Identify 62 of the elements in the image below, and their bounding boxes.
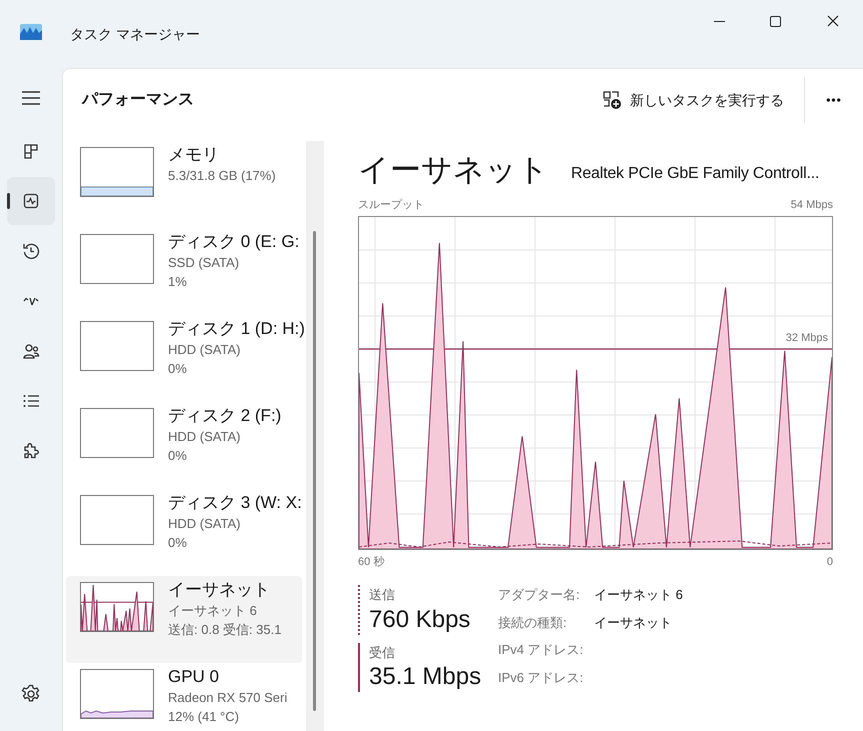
- device-detail: 1%: [168, 273, 188, 291]
- run-task-button[interactable]: 新しいタスクを実行する: [594, 82, 792, 118]
- device-title: イーサネット: [358, 151, 549, 189]
- adapter-name: Realtek PCIe GbE Family Controll...: [571, 164, 820, 184]
- send-value: 760 Kbps: [369, 604, 472, 634]
- device-detail: 0%: [168, 534, 188, 552]
- history-icon: [22, 242, 40, 260]
- device-detail: Radeon RX 570 Seri: [168, 689, 288, 707]
- time-end-label: 0: [826, 554, 833, 570]
- property-label: IPv4 アドレス:: [498, 641, 584, 659]
- device-detail: 0%: [168, 447, 188, 465]
- device-detail: 5.3/31.8 GB (17%): [168, 167, 276, 185]
- device-item[interactable]: イーサネット イーサネット 6 送信: 0.8 受信: 35.1: [66, 576, 302, 663]
- device-item[interactable]: ディスク 3 (W: X: HDD (SATA) 0%: [66, 489, 302, 576]
- device-name: ディスク 0 (E: G:: [168, 231, 300, 253]
- device-name: イーサネット: [168, 579, 271, 601]
- users-icon: [22, 342, 40, 360]
- device-detail: 0%: [168, 360, 188, 378]
- property-label: IPv6 アドレス:: [498, 668, 584, 686]
- device-detail: 12% (41 °C): [168, 708, 240, 726]
- graph-max-label: 54 Mbps: [790, 198, 833, 213]
- device-name: ディスク 1 (D: H:): [168, 318, 302, 340]
- list-icon: [22, 392, 40, 410]
- device-item[interactable]: メモリ 5.3/31.8 GB (17%): [66, 141, 302, 228]
- receive-value: 35.1 Mbps: [369, 662, 482, 692]
- puzzle-icon: [22, 442, 40, 460]
- property-value: イーサネット: [594, 614, 673, 632]
- device-name: ディスク 3 (W: X:: [168, 492, 302, 514]
- device-detail: HDD (SATA): [168, 428, 242, 446]
- more-button[interactable]: •••: [805, 82, 863, 118]
- device-item[interactable]: ディスク 2 (F:) HDD (SATA) 0%: [66, 402, 302, 489]
- minimize-icon: [714, 20, 724, 22]
- device-detail: イーサネット 6: [168, 602, 258, 620]
- device-name: ディスク 2 (F:): [168, 405, 282, 427]
- page-title: パフォーマンス: [82, 90, 194, 110]
- device-detail: HDD (SATA): [168, 341, 242, 359]
- scrollbar-thumb[interactable]: [313, 231, 316, 711]
- device-detail: SSD (SATA): [168, 254, 240, 272]
- close-icon: [827, 15, 839, 27]
- settings-icon: [21, 684, 41, 704]
- window-title: タスク マネージャー: [70, 25, 200, 44]
- receive-label: 受信: [369, 644, 396, 662]
- maximize-icon: [770, 16, 780, 26]
- send-label: 送信: [369, 586, 396, 604]
- new-task-icon: [602, 90, 622, 110]
- device-item[interactable]: ディスク 0 (E: G: SSD (SATA) 1%: [66, 228, 302, 315]
- time-start-label: 60 秒: [358, 554, 384, 570]
- device-name: メモリ: [168, 144, 220, 166]
- performance-icon: [22, 192, 40, 210]
- property-label: 接続の種類:: [498, 614, 568, 632]
- device-detail: HDD (SATA): [168, 515, 242, 533]
- app-icon: [20, 24, 42, 40]
- nav-item[interactable]: [7, 177, 55, 225]
- device-name: GPU 0: [168, 666, 220, 688]
- menu-icon: [22, 91, 40, 105]
- device-item[interactable]: ディスク 1 (D: H:) HDD (SATA) 0%: [66, 315, 302, 402]
- property-label: アダプター名:: [498, 586, 581, 604]
- device-item[interactable]: GPU 0 Radeon RX 570 Seri 12% (41 °C): [66, 663, 302, 731]
- graph-label: スループット: [358, 198, 424, 213]
- processes-icon: [22, 142, 40, 160]
- device-detail: 送信: 0.8 受信: 35.1: [168, 621, 282, 639]
- property-value: イーサネット 6: [594, 586, 683, 604]
